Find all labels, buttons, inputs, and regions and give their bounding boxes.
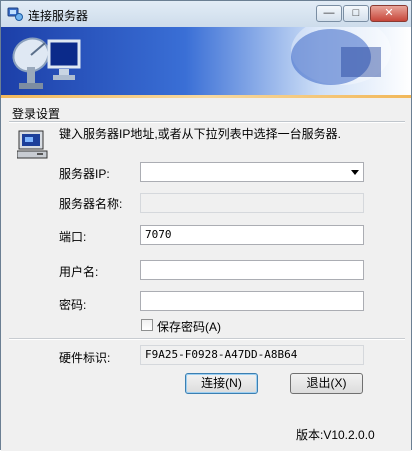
- dropdown-arrow-icon[interactable]: [351, 170, 359, 175]
- save-password-label[interactable]: 保存密码(A): [157, 318, 221, 335]
- content-area: 登录设置 键入服务器IP地址,或者从下拉列表中选择一台服务器. 服务器IP: 服…: [1, 98, 411, 451]
- save-password-checkbox[interactable]: [141, 319, 153, 331]
- server-ip-label: 服务器IP:: [59, 167, 110, 181]
- login-dialog: 连接服务器 — □ ✕ 登录设置 键入服务器IP地址,或者从下拉列表中选择一台服…: [0, 0, 412, 451]
- minimize-button[interactable]: —: [316, 5, 342, 22]
- password-label: 密码:: [59, 298, 87, 312]
- hardware-id-value: F9A25-F0928-A47DD-A8B64: [145, 348, 298, 361]
- port-value: 7070: [145, 228, 172, 241]
- server-ip-combobox[interactable]: [140, 162, 364, 182]
- header-banner: [1, 27, 411, 95]
- hardware-id-field: F9A25-F0928-A47DD-A8B64: [140, 345, 364, 365]
- banner-decoration-icon: [291, 27, 391, 85]
- instruction-text: 键入服务器IP地址,或者从下拉列表中选择一台服务器.: [59, 127, 342, 141]
- window-title: 连接服务器: [28, 9, 89, 23]
- version-label: 版本:V10.2.0.0: [296, 428, 375, 442]
- connect-button[interactable]: 连接(N): [185, 373, 258, 394]
- port-label: 端口:: [59, 230, 87, 244]
- exit-button[interactable]: 退出(X): [290, 373, 363, 394]
- minimize-icon: —: [323, 7, 335, 19]
- section-divider: [9, 338, 405, 340]
- password-input[interactable]: [140, 291, 364, 311]
- network-app-icon: [7, 7, 23, 21]
- group-divider: [9, 121, 405, 123]
- close-button[interactable]: ✕: [370, 5, 408, 22]
- hardware-id-label: 硬件标识:: [59, 351, 111, 365]
- username-label: 用户名:: [59, 265, 99, 279]
- port-input[interactable]: 7070: [140, 225, 364, 245]
- close-icon: ✕: [384, 7, 394, 19]
- server-name-field[interactable]: [140, 193, 364, 213]
- title-bar[interactable]: 连接服务器 — □ ✕: [1, 1, 411, 28]
- maximize-button[interactable]: □: [343, 5, 369, 22]
- monitor-icon: [47, 39, 81, 80]
- maximize-icon: □: [352, 7, 360, 19]
- group-title: 登录设置: [12, 107, 61, 121]
- computer-icon: [17, 130, 48, 159]
- server-name-label: 服务器名称:: [59, 197, 123, 211]
- username-input[interactable]: [140, 260, 364, 280]
